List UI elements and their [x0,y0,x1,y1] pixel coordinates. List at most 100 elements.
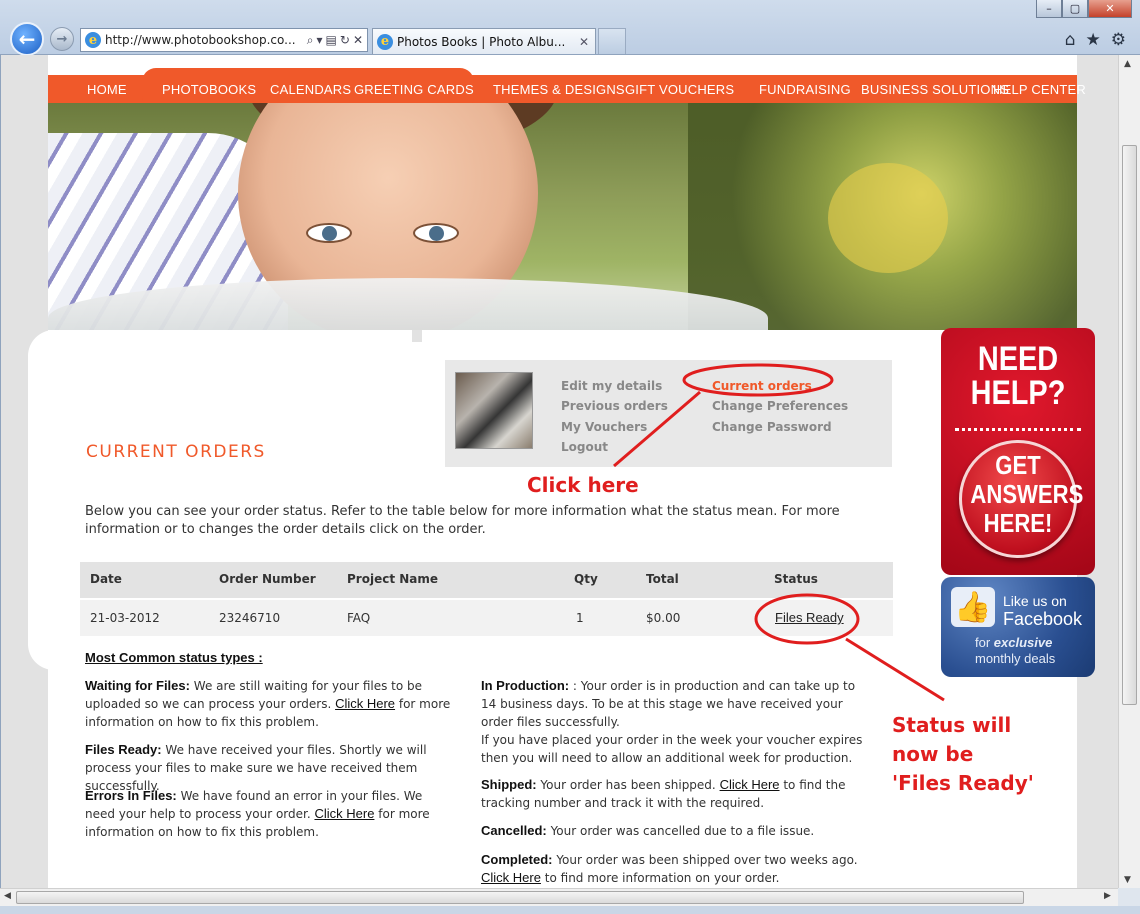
address-text[interactable]: http://www.photobookshop.co... [105,33,307,47]
status-waiting: Waiting for Files: We are still waiting … [85,677,471,731]
row-qty: 1 [576,611,584,625]
nav-calendars[interactable]: CALENDARS [270,82,351,97]
status-note-line-3: 'Files Ready' [892,771,1034,795]
compatibility-icon[interactable]: ▤ [326,33,337,48]
search-icon[interactable]: ⌕ [307,33,314,48]
row-date: 21-03-2012 [90,611,160,625]
status-errors: Errors In Files: We have found an error … [85,787,455,841]
click-here-annotation: Click here [527,473,639,497]
fb-exclusive-line: for exclusive [975,635,1053,650]
nav-themes-designs[interactable]: THEMES & DESIGNS [493,82,625,97]
page-title: CURRENT ORDERS [86,442,266,462]
waiting-click-here-link[interactable]: Click Here [335,696,395,711]
row-total: $0.00 [646,611,681,625]
row-project-name: FAQ [347,611,371,625]
scroll-up-icon[interactable]: ▲ [1124,59,1131,69]
get-answers-label: GET ANSWERS HERE! [970,450,1084,538]
stop-icon[interactable]: ✕ [353,33,363,48]
need-help-banner[interactable]: NEED HELP? GET ANSWERS HERE! [941,328,1095,575]
edit-details-link[interactable]: Edit my details [561,379,662,393]
nav-help-center[interactable]: HELP CENTER [993,82,1086,97]
status-cancelled: Cancelled: Your order was cancelled due … [481,822,873,840]
nav-gift-vouchers[interactable]: GIFT VOUCHERS [625,82,734,97]
get-answers-button[interactable]: GET ANSWERS HERE! [959,440,1084,558]
completed-click-here-link[interactable]: Click Here [481,870,541,885]
close-window-button[interactable]: ✕ [1088,0,1132,18]
refresh-icon[interactable]: ↻ [340,33,350,48]
nav-greeting-cards[interactable]: GREETING CARDS [354,82,474,97]
forward-arrow-icon: → [56,31,68,47]
minimize-button[interactable]: – [1036,0,1062,18]
status-note-line-1: Status will [892,713,1012,737]
errors-click-here-link[interactable]: Click Here [314,806,374,821]
status-production-text-2: If you have placed your order in the wee… [481,733,863,765]
status-completed-text: Your order was been shipped over two wee… [552,853,858,867]
my-vouchers-link[interactable]: My Vouchers [561,420,647,434]
favorites-star-icon[interactable]: ★ [1086,30,1101,50]
header-order-number: Order Number [219,572,316,586]
browser-toolbar-right: ⌂ ★ ⚙ [1065,30,1126,50]
forward-button[interactable]: → [50,27,74,51]
scroll-down-icon[interactable]: ▼ [1124,875,1131,885]
status-bar [0,906,1140,914]
nav-fundraising[interactable]: FUNDRAISING [759,82,851,97]
hero-image [48,103,1077,330]
ie-page-icon: e [85,32,101,48]
current-orders-link[interactable]: Current orders [712,379,812,393]
table-row[interactable]: 21-03-2012 23246710 FAQ 1 $0.00 Files Re… [80,600,893,636]
horizontal-scrollbar[interactable]: ◀ ▶ [0,888,1118,906]
dropdown-icon[interactable]: ▾ [317,33,323,48]
status-cancelled-text: Your order was cancelled due to a file i… [546,824,815,838]
status-errors-label: Errors In Files: [85,788,177,803]
status-production: In Production: : Your order is in produc… [481,677,873,767]
nav-photobooks[interactable]: PHOTOBOOKS [162,82,256,97]
nav-business-solutions[interactable]: BUSINESS SOLUTIONS [861,82,1009,97]
row-status-link[interactable]: Files Ready [775,610,844,625]
row-order-number: 23246710 [219,611,281,625]
change-password-link[interactable]: Change Password [712,420,832,434]
previous-orders-link[interactable]: Previous orders [561,399,668,413]
home-icon[interactable]: ⌂ [1065,30,1076,50]
status-waiting-label: Waiting for Files: [85,678,190,693]
logout-link[interactable]: Logout [561,440,608,454]
table-header: Date Order Number Project Name Qty Total… [80,562,893,598]
new-tab-button[interactable] [598,28,626,54]
need-help-heading: NEED HELP? [970,340,1066,412]
main-navigation: HOME PHOTOBOOKS CALENDARS GREETING CARDS… [48,68,1086,110]
header-status: Status [774,572,818,586]
gear-icon[interactable]: ⚙ [1111,30,1126,50]
vertical-scrollbar[interactable]: ▲ ▼ [1118,55,1140,888]
vertical-scroll-thumb[interactable] [1122,145,1137,705]
change-preferences-link[interactable]: Change Preferences [712,399,848,413]
browser-tab[interactable]: e Photos Books | Photo Albu... ✕ [372,28,596,54]
intro-text: Below you can see your order status. Ref… [85,504,840,537]
status-shipped: Shipped: Your order has been shipped. Cl… [481,776,873,812]
account-menu: Edit my details Previous orders My Vouch… [445,360,892,467]
scroll-right-icon[interactable]: ▶ [1104,891,1111,901]
tab-title: Photos Books | Photo Albu... [397,34,566,49]
shipped-click-here-link[interactable]: Click Here [720,777,780,792]
header-project-name: Project Name [347,572,439,586]
status-production-label: In Production: [481,678,570,693]
orders-table: Date Order Number Project Name Qty Total… [80,562,893,636]
horizontal-scroll-thumb[interactable] [16,891,1024,904]
fb-facebook-text: Facebook [1003,609,1083,629]
tab-close-icon[interactable]: ✕ [579,35,589,49]
status-note-line-2: now be [892,742,974,766]
tab-page-icon: e [377,33,393,50]
nav-home[interactable]: HOME [87,82,127,97]
status-shipped-label: Shipped: [481,777,537,792]
status-completed-label: Completed: [481,852,553,867]
back-button[interactable]: ← [10,22,44,56]
banner-divider [955,428,1081,431]
browser-chrome: – ▢ ✕ ← → e http://www.photobookshop.co.… [0,0,1140,56]
fb-monthly-deals-text: monthly deals [975,651,1056,666]
maximize-button[interactable]: ▢ [1062,0,1088,18]
back-arrow-icon: ← [18,27,36,51]
scroll-left-icon[interactable]: ◀ [4,891,11,901]
facebook-banner[interactable]: 👍 Like us on Facebook for exclusive mont… [941,577,1095,677]
fb-like-text: Like us on [1003,593,1067,609]
address-bar[interactable]: e http://www.photobookshop.co... ⌕ ▾ ▤ ↻… [80,28,368,52]
status-ready-label: Files Ready: [85,742,162,757]
window-controls: – ▢ ✕ [1036,0,1132,18]
